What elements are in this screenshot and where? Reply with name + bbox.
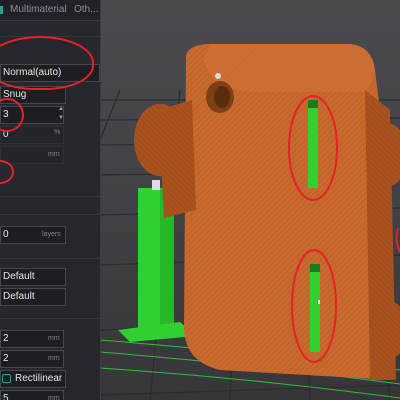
divider bbox=[0, 196, 100, 197]
distance-unit-4: mm bbox=[48, 395, 60, 400]
tab-indicator bbox=[0, 6, 3, 14]
wall-loops-input[interactable]: 3 bbox=[0, 106, 64, 124]
3d-viewport[interactable] bbox=[100, 0, 400, 400]
part-top-face bbox=[204, 44, 375, 92]
distance-unit-2: mm bbox=[48, 335, 60, 342]
default-select-2[interactable]: Default bbox=[0, 288, 66, 306]
seam-mode-select[interactable]: Snug bbox=[0, 86, 66, 104]
settings-tab-bar: Multimaterial Oth... bbox=[0, 0, 100, 21]
pattern-checkbox[interactable] bbox=[2, 374, 11, 383]
distance-unit-3: mm bbox=[48, 355, 60, 362]
layers-unit: layers bbox=[42, 231, 61, 238]
seam-position-select[interactable]: Normal(auto) bbox=[0, 64, 100, 82]
hole-highlight bbox=[215, 73, 221, 79]
distance-unit: mm bbox=[48, 151, 60, 158]
divider bbox=[0, 258, 100, 259]
slot-support-top bbox=[308, 100, 318, 188]
default-select-1[interactable]: Default bbox=[0, 268, 66, 286]
divider bbox=[0, 214, 100, 215]
scene-svg bbox=[100, 44, 400, 400]
side-lug bbox=[158, 100, 196, 218]
stepper-up-icon[interactable]: ▲ bbox=[58, 106, 64, 112]
slot-support-bottom bbox=[310, 264, 320, 352]
divider bbox=[0, 36, 100, 37]
divider bbox=[0, 318, 100, 319]
support-tip bbox=[152, 180, 160, 190]
annotation-mark-right bbox=[395, 227, 400, 253]
percent-unit: % bbox=[54, 129, 61, 136]
tab-multimaterial[interactable]: Multimaterial bbox=[10, 4, 67, 15]
tab-others[interactable]: Oth... bbox=[74, 4, 98, 15]
settings-panel: Multimaterial Oth... Normal(auto) Snug 3… bbox=[0, 0, 101, 400]
stepper-down-icon[interactable]: ▼ bbox=[58, 115, 64, 121]
